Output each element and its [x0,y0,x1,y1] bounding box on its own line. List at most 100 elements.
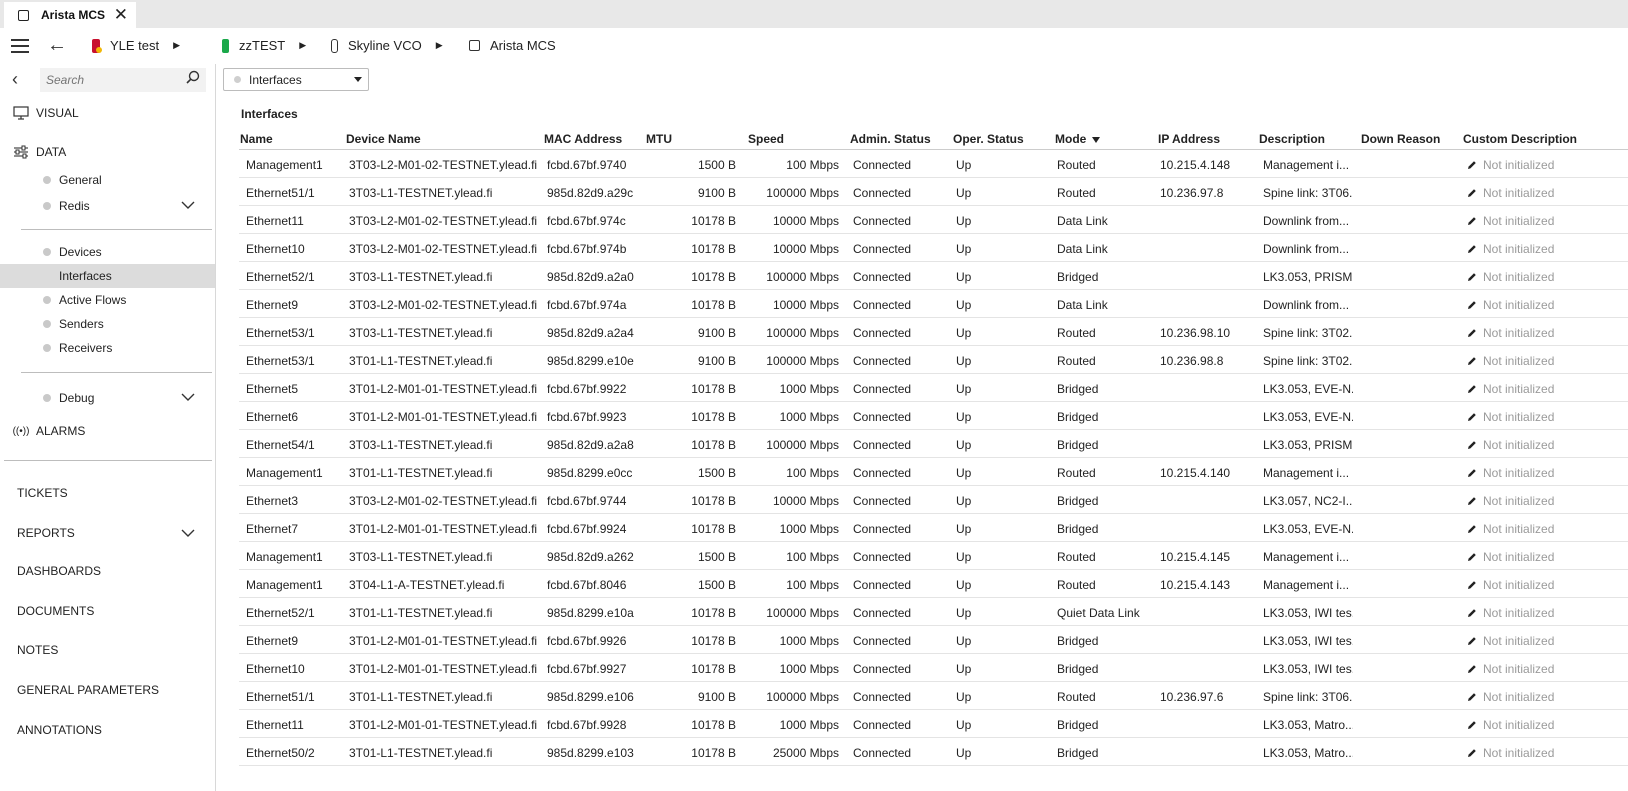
sidebar-item-general[interactable]: General [0,168,215,192]
pencil-icon[interactable] [1467,748,1477,758]
search-icon[interactable] [186,70,200,84]
pencil-icon[interactable] [1467,384,1477,394]
table-row[interactable]: Ethernet11 3T01-L2-M01-01-TESTNET.ylead.f… [239,710,1628,738]
sidebar-link-notes[interactable]: NOTES [17,643,58,657]
pencil-icon[interactable] [1467,356,1477,366]
pencil-icon[interactable] [1467,608,1477,618]
sidebar-link-tickets[interactable]: TICKETS [17,486,68,500]
pencil-icon[interactable] [1467,552,1477,562]
table-cell-custom-description[interactable]: Not initialized [1467,270,1597,284]
table-cell-custom-description[interactable]: Not initialized [1467,410,1597,424]
table-row[interactable]: Management1 3T04-L1-A-TESTNET.ylead.fi fcb… [239,570,1628,598]
column-header-device-name[interactable]: Device Name [346,132,421,146]
breadcrumb-item-arista-mcs[interactable]: Arista MCS [469,38,556,53]
column-header-admin-status[interactable]: Admin. Status [850,132,931,146]
table-cell-custom-description[interactable]: Not initialized [1467,382,1597,396]
table-cell-custom-description[interactable]: Not initialized [1467,438,1597,452]
table-row[interactable]: Ethernet11 3T03-L2-M01-02-TESTNET.ylead.f… [239,206,1628,234]
column-header-custom-description[interactable]: Custom Description [1463,132,1577,146]
column-header-mac-address[interactable]: MAC Address [544,132,622,146]
pencil-icon[interactable] [1467,636,1477,646]
sidebar-item-interfaces[interactable]: Interfaces [0,264,215,288]
table-row[interactable]: Ethernet9 3T01-L2-M01-01-TESTNET.ylead.fi… [239,626,1628,654]
pencil-icon[interactable] [1467,496,1477,506]
sidebar-link-general-parameters[interactable]: GENERAL PARAMETERS [17,683,159,697]
menu-icon[interactable] [11,39,29,53]
table-cell-custom-description[interactable]: Not initialized [1467,522,1597,536]
table-row[interactable]: Ethernet10 3T01-L2-M01-01-TESTNET.ylead.f… [239,654,1628,682]
pencil-icon[interactable] [1467,664,1477,674]
pencil-icon[interactable] [1467,300,1477,310]
table-cell-custom-description[interactable]: Not initialized [1467,466,1597,480]
chevron-down-icon[interactable] [181,526,195,540]
sidebar-item-active-flows[interactable]: Active Flows [0,288,215,312]
column-header-description[interactable]: Description [1259,132,1325,146]
pencil-icon[interactable] [1467,272,1477,282]
table-row[interactable]: Ethernet5 3T01-L2-M01-01-TESTNET.ylead.fi… [239,374,1628,402]
table-row[interactable]: Ethernet7 3T01-L2-M01-01-TESTNET.ylead.fi… [239,514,1628,542]
search-input[interactable] [40,68,206,92]
table-row[interactable]: Ethernet3 3T03-L2-M01-02-TESTNET.ylead.fi… [239,486,1628,514]
column-header-down-reason[interactable]: Down Reason [1361,132,1440,146]
column-header-ip-address[interactable]: IP Address [1158,132,1220,146]
app-tab[interactable]: Arista MCS ✕ [4,2,136,28]
table-cell-custom-description[interactable]: Not initialized [1467,242,1597,256]
breadcrumb-item-yle-test[interactable]: YLE test ▶ [92,38,180,53]
table-row[interactable]: Management1 3T01-L1-TESTNET.ylead.fi 985d.… [239,458,1628,486]
sidebar-item-devices[interactable]: Devices [0,240,215,264]
sidebar-section-data[interactable]: DATA [12,145,66,159]
table-row[interactable]: Ethernet50/2 3T01-L1-TESTNET.ylead.fi 985d… [239,738,1628,766]
table-cell-custom-description[interactable]: Not initialized [1467,354,1597,368]
breadcrumb-item-zztest[interactable]: zzTEST ▶ [222,38,306,53]
pencil-icon[interactable] [1467,720,1477,730]
table-cell-custom-description[interactable]: Not initialized [1467,746,1597,760]
column-header-speed[interactable]: Speed [748,132,784,146]
table-row[interactable]: Ethernet53/1 3T01-L1-TESTNET.ylead.fi 985d… [239,346,1628,374]
sidebar-link-dashboards[interactable]: DASHBOARDS [17,564,101,578]
collapse-sidebar-icon[interactable]: ‹ [12,69,18,90]
pencil-icon[interactable] [1467,216,1477,226]
breadcrumb-item-skyline-vco[interactable]: Skyline VCO ▶ [331,38,443,53]
pencil-icon[interactable] [1467,692,1477,702]
table-cell-custom-description[interactable]: Not initialized [1467,550,1597,564]
table-row[interactable]: Ethernet54/1 3T03-L1-TESTNET.ylead.fi 985d… [239,430,1628,458]
sort-descending-icon[interactable] [1092,137,1100,143]
table-row[interactable]: Ethernet53/1 3T03-L1-TESTNET.ylead.fi 985d… [239,318,1628,346]
table-cell-custom-description[interactable]: Not initialized [1467,494,1597,508]
column-header-oper-status[interactable]: Oper. Status [953,132,1024,146]
table-cell-custom-description[interactable]: Not initialized [1467,690,1597,704]
table-row[interactable]: Ethernet52/1 3T01-L1-TESTNET.ylead.fi 985d… [239,598,1628,626]
back-arrow-icon[interactable]: ← [47,34,67,57]
pencil-icon[interactable] [1467,328,1477,338]
sidebar-item-receivers[interactable]: Receivers [0,336,215,360]
close-icon[interactable]: ✕ [114,5,128,25]
table-row[interactable]: Ethernet51/1 3T01-L1-TESTNET.ylead.fi 985d… [239,682,1628,710]
table-cell-custom-description[interactable]: Not initialized [1467,718,1597,732]
table-row[interactable]: Ethernet52/1 3T03-L1-TESTNET.ylead.fi 985d… [239,262,1628,290]
table-cell-custom-description[interactable]: Not initialized [1467,298,1597,312]
pencil-icon[interactable] [1467,524,1477,534]
pencil-icon[interactable] [1467,244,1477,254]
column-header-mode[interactable]: Mode [1055,132,1086,146]
table-cell-custom-description[interactable]: Not initialized [1467,606,1597,620]
pencil-icon[interactable] [1467,412,1477,422]
table-cell-custom-description[interactable]: Not initialized [1467,186,1597,200]
table-cell-custom-description[interactable]: Not initialized [1467,662,1597,676]
sidebar-link-reports[interactable]: REPORTS [17,526,75,540]
table-cell-custom-description[interactable]: Not initialized [1467,326,1597,340]
sidebar-item-debug[interactable]: Debug [0,386,215,410]
page-select-dropdown[interactable]: Interfaces [223,68,369,91]
column-header-name[interactable]: Name [240,132,273,146]
table-row[interactable]: Ethernet51/1 3T03-L1-TESTNET.ylead.fi 985d… [239,178,1628,206]
table-cell-custom-description[interactable]: Not initialized [1467,634,1597,648]
pencil-icon[interactable] [1467,160,1477,170]
pencil-icon[interactable] [1467,468,1477,478]
table-cell-custom-description[interactable]: Not initialized [1467,158,1597,172]
sidebar-link-annotations[interactable]: ANNOTATIONS [17,723,102,737]
table-row[interactable]: Management1 3T03-L1-TESTNET.ylead.fi 985d.… [239,542,1628,570]
pencil-icon[interactable] [1467,580,1477,590]
sidebar-section-alarms[interactable]: ((•)) ALARMS [12,424,86,438]
sidebar-item-senders[interactable]: Senders [0,312,215,336]
table-cell-custom-description[interactable]: Not initialized [1467,578,1597,592]
pencil-icon[interactable] [1467,188,1477,198]
